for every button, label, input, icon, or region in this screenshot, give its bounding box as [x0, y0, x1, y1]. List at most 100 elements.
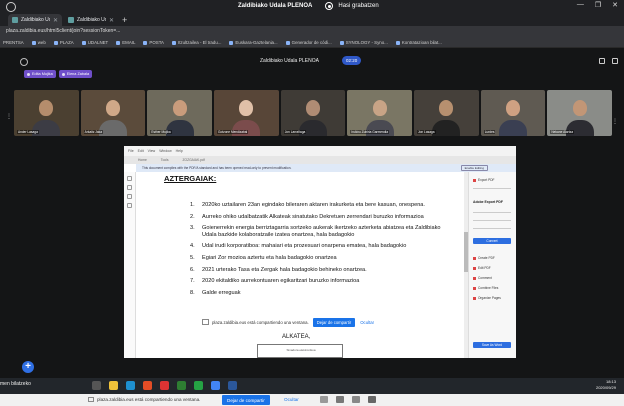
save-as-word-button[interactable]: Save As Word: [473, 342, 511, 348]
bookmark-item[interactable]: web: [31, 40, 46, 45]
taskbar-search[interactable]: men bilatzeko: [0, 381, 31, 387]
taskbar-apps: [92, 381, 237, 390]
organize-pages-item[interactable]: Organize Pages: [473, 296, 501, 300]
comment-item[interactable]: Comment: [473, 276, 492, 280]
signatory-label: ALKATEA,: [282, 334, 311, 340]
address-bar[interactable]: plaza.zaldibia.eus/html5client/join?sess…: [0, 26, 624, 38]
app-icon[interactable]: [368, 396, 376, 403]
new-tab-button[interactable]: +: [122, 14, 127, 26]
participant-tile[interactable]: Lurdes: [480, 90, 546, 136]
edge-icon[interactable]: [126, 381, 135, 390]
close-icon[interactable]: ✕: [109, 17, 114, 24]
enable-editing-button[interactable]: Enable Editing: [460, 165, 488, 171]
menu-view[interactable]: View: [148, 149, 156, 153]
url-text[interactable]: plaza.zaldibia.eus/html5client/join?sess…: [6, 28, 120, 34]
bookmark-icon[interactable]: [127, 185, 132, 190]
start-recording-label[interactable]: Hasi grabatzen: [338, 3, 378, 9]
attachment-icon[interactable]: [127, 194, 132, 199]
menu-file[interactable]: File: [128, 149, 134, 153]
app-icon[interactable]: [336, 396, 344, 403]
combine-files-item[interactable]: Combine Files: [473, 286, 498, 290]
speaker-chips: Edita Mujika Elena Zabala: [24, 70, 93, 78]
record-icon[interactable]: [325, 2, 334, 10]
more-options-icon[interactable]: [612, 58, 618, 64]
participant-tile[interactable]: Jon Lasaga: [414, 90, 479, 136]
system-clock[interactable]: 18:13 2020/09/29: [596, 379, 616, 391]
signature-box: Sinadura elektronikoa: [257, 344, 343, 358]
bookmark-item[interactable]: Itzultzailea - El tradu...: [171, 40, 221, 45]
task-view-icon[interactable]: [92, 381, 101, 390]
user-icon[interactable]: [20, 58, 28, 66]
close-icon[interactable]: ✕: [53, 17, 58, 24]
stop-sharing-button[interactable]: Dejar de compartir: [222, 395, 270, 405]
share-notice-bar: plaza.zaldibia.eus está compartiendo una…: [196, 316, 376, 328]
profile-icon[interactable]: [6, 2, 16, 12]
bookmark-item[interactable]: POSTA: [143, 40, 164, 45]
pdf-tabs: Home Tools ZOZGAIAK.pdf: [124, 156, 516, 164]
hide-button[interactable]: Ocultar: [284, 397, 299, 402]
export-pdf-item[interactable]: Export PDF: [473, 178, 494, 182]
app-icon[interactable]: [320, 396, 328, 403]
bookmark-item[interactable]: SYNOLOGY - Syno...: [339, 40, 388, 45]
page-thumbnails-icon[interactable]: [127, 176, 132, 181]
speaker-chip[interactable]: Edita Mujika: [24, 70, 56, 78]
tab-zaldibia-1[interactable]: Zaldibiako Uda... ✕: [8, 14, 62, 26]
menu-help[interactable]: Help: [176, 149, 183, 153]
participant-face: [239, 100, 254, 116]
bookmark-item[interactable]: UDALNET: [81, 40, 108, 45]
tab-zaldibia-2[interactable]: Zaldibiako Uda... ✕: [64, 14, 118, 26]
acrobat-icon[interactable]: [160, 381, 169, 390]
minimize-button[interactable]: —: [577, 1, 584, 9]
speaker-chip[interactable]: Elena Zabala: [58, 70, 93, 78]
share-notice-message: plaza.zaldibia.eus está compartiendo una…: [212, 319, 309, 325]
participant-name: Gotzone Mendizabal: [217, 130, 249, 134]
participant-tile[interactable]: Esther Mujika: [147, 90, 213, 136]
tab-tools[interactable]: Tools: [161, 158, 169, 162]
signature-icon[interactable]: [127, 203, 132, 208]
firefox-icon[interactable]: [143, 381, 152, 390]
tab-document[interactable]: ZOZGAIAK.pdf: [183, 158, 205, 162]
close-window-button[interactable]: ✕: [612, 1, 618, 9]
tab-home[interactable]: Home: [138, 158, 147, 162]
agenda-item: 4. Udal irudi korporatiboa: mahaiari eta …: [190, 243, 407, 250]
menu-edit[interactable]: Edit: [138, 149, 144, 153]
participant-strip: Ander Lasaga Arkaitz Jaka Esther Mujika …: [14, 90, 613, 136]
agenda-heading: AZTERGAIAK:: [164, 174, 217, 183]
participant-tile[interactable]: Nekane Aiartza: [547, 90, 613, 136]
share-title: Zaldibiako Udala PLENOA: [238, 3, 313, 9]
file-explorer-icon[interactable]: [109, 381, 118, 390]
edit-pdf-item[interactable]: Edit PDF: [473, 266, 491, 270]
hide-button[interactable]: Ocultar: [360, 320, 374, 325]
pdf-page: AZTERGAIAK: 1. 2020ko uztailaren 23an egi…: [154, 174, 464, 358]
participant-tile[interactable]: Irukixu Zubiria Garmendia: [347, 90, 413, 136]
bookmark-item[interactable]: Euskara-Gaztelania...: [229, 40, 278, 45]
bookmark-item[interactable]: PRENTSA: [3, 40, 24, 45]
participant-tile[interactable]: Arkaitz Jaka: [80, 90, 146, 136]
right-menu-icon[interactable]: ⋮: [612, 118, 618, 125]
create-pdf-item[interactable]: Create PDF: [473, 256, 495, 260]
site-favicon-icon: [12, 17, 18, 23]
chrome-icon[interactable]: [211, 381, 220, 390]
meeting-view: Zaldibiako Udala PLENOA 02:20 Edita Muji…: [0, 48, 624, 378]
bookmark-item[interactable]: Generador de códi...: [285, 40, 332, 45]
panel-divider: [473, 212, 511, 213]
bookmark-item[interactable]: EMAIL: [116, 40, 135, 45]
participant-tile[interactable]: Ander Lasaga: [14, 90, 79, 136]
stop-sharing-button[interactable]: Dejar de compartir: [312, 317, 356, 327]
screen: Zaldibiako Uda... ✕ Zaldibiako Uda... ✕ …: [0, 0, 624, 406]
maximize-button[interactable]: ❐: [595, 1, 601, 9]
excel-icon[interactable]: [177, 381, 186, 390]
left-menu-icon[interactable]: ⋮: [6, 113, 12, 120]
bookmark-item[interactable]: Kontratazioan bilat...: [395, 40, 442, 45]
whatsapp-icon[interactable]: [194, 381, 203, 390]
bookmark-item[interactable]: PLAZA: [53, 40, 74, 45]
convert-button[interactable]: Convert: [473, 238, 511, 244]
menu-window[interactable]: Window: [159, 149, 171, 153]
layout-icon[interactable]: [599, 58, 605, 64]
word-icon[interactable]: [228, 381, 237, 390]
add-button[interactable]: +: [22, 361, 34, 373]
app-icon[interactable]: [352, 396, 360, 403]
participant-tile[interactable]: Gotzone Mendizabal: [214, 90, 279, 136]
panel-divider: [473, 228, 511, 229]
participant-tile[interactable]: Jon Larrañaga: [280, 90, 346, 136]
